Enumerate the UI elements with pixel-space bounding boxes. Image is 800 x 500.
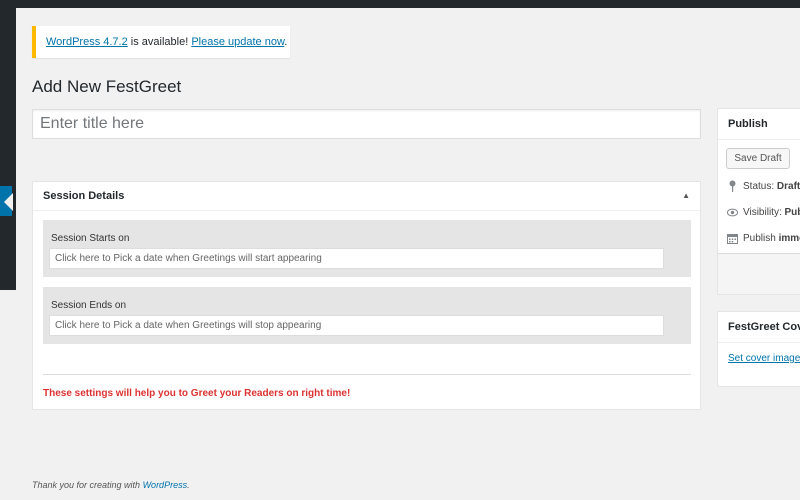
session-end-block: Session Ends on xyxy=(43,287,691,344)
update-notice: WordPress 4.7.2 is available! Please upd… xyxy=(32,26,290,58)
wordpress-version-link[interactable]: WordPress 4.7.2 xyxy=(46,36,128,48)
save-draft-button[interactable]: Save Draft xyxy=(726,148,790,169)
admin-sidebar xyxy=(0,8,16,500)
session-details-title: Session Details xyxy=(43,190,125,202)
session-end-date-input[interactable] xyxy=(49,315,664,336)
admin-bar xyxy=(0,0,800,8)
admin-footer: Thank you for creating with WordPress. xyxy=(32,480,190,490)
footer-end: . xyxy=(187,480,190,490)
settings-help-note: These settings will help you to Greet yo… xyxy=(43,388,351,399)
divider xyxy=(43,374,691,375)
session-details-header[interactable]: Session Details ▲ xyxy=(33,182,700,211)
session-details-box: Session Details ▲ Session Starts on Sess… xyxy=(32,181,701,410)
publish-time-row: Publish immediately xyxy=(727,233,800,244)
notice-end: . xyxy=(284,36,288,48)
collapse-toggle-icon[interactable]: ▲ xyxy=(682,182,690,210)
post-title-input[interactable] xyxy=(32,109,701,139)
session-start-label: Session Starts on xyxy=(51,233,130,244)
calendar-icon xyxy=(727,233,738,244)
session-start-block: Session Starts on xyxy=(43,220,691,277)
page-title: Add New FestGreet xyxy=(32,77,182,96)
status-value: Draft xyxy=(776,180,800,192)
sidebar-empty-area xyxy=(0,290,16,500)
status-label: Status: xyxy=(743,180,777,192)
set-cover-image-link[interactable]: Set cover image xyxy=(728,353,800,364)
publish-box: Publish Save Draft Status: Draft Visibil… xyxy=(717,108,800,295)
cover-image-box: FestGreet Cover Set cover image xyxy=(717,311,800,387)
notice-text: is available! xyxy=(127,36,192,48)
wordpress-link[interactable]: WordPress xyxy=(143,480,188,490)
publish-time-label: Publish xyxy=(743,233,779,244)
visibility-value: Public xyxy=(784,207,800,218)
publish-time-value: immediately xyxy=(778,233,800,244)
publish-header[interactable]: Publish xyxy=(718,109,800,140)
update-now-link[interactable]: Please update now xyxy=(191,36,284,48)
status-row: Status: Draft xyxy=(727,180,800,192)
cover-header[interactable]: FestGreet Cover xyxy=(718,312,800,343)
session-end-label: Session Ends on xyxy=(51,300,127,311)
session-start-date-input[interactable] xyxy=(49,248,664,269)
footer-text: Thank you for creating with xyxy=(32,480,143,490)
publish-actions xyxy=(718,253,800,294)
eye-icon xyxy=(727,208,738,217)
sidebar-active-arrow-icon xyxy=(4,193,13,211)
visibility-label: Visibility: xyxy=(743,207,785,218)
visibility-row: Visibility: Public xyxy=(727,207,800,218)
pin-icon xyxy=(727,180,738,192)
